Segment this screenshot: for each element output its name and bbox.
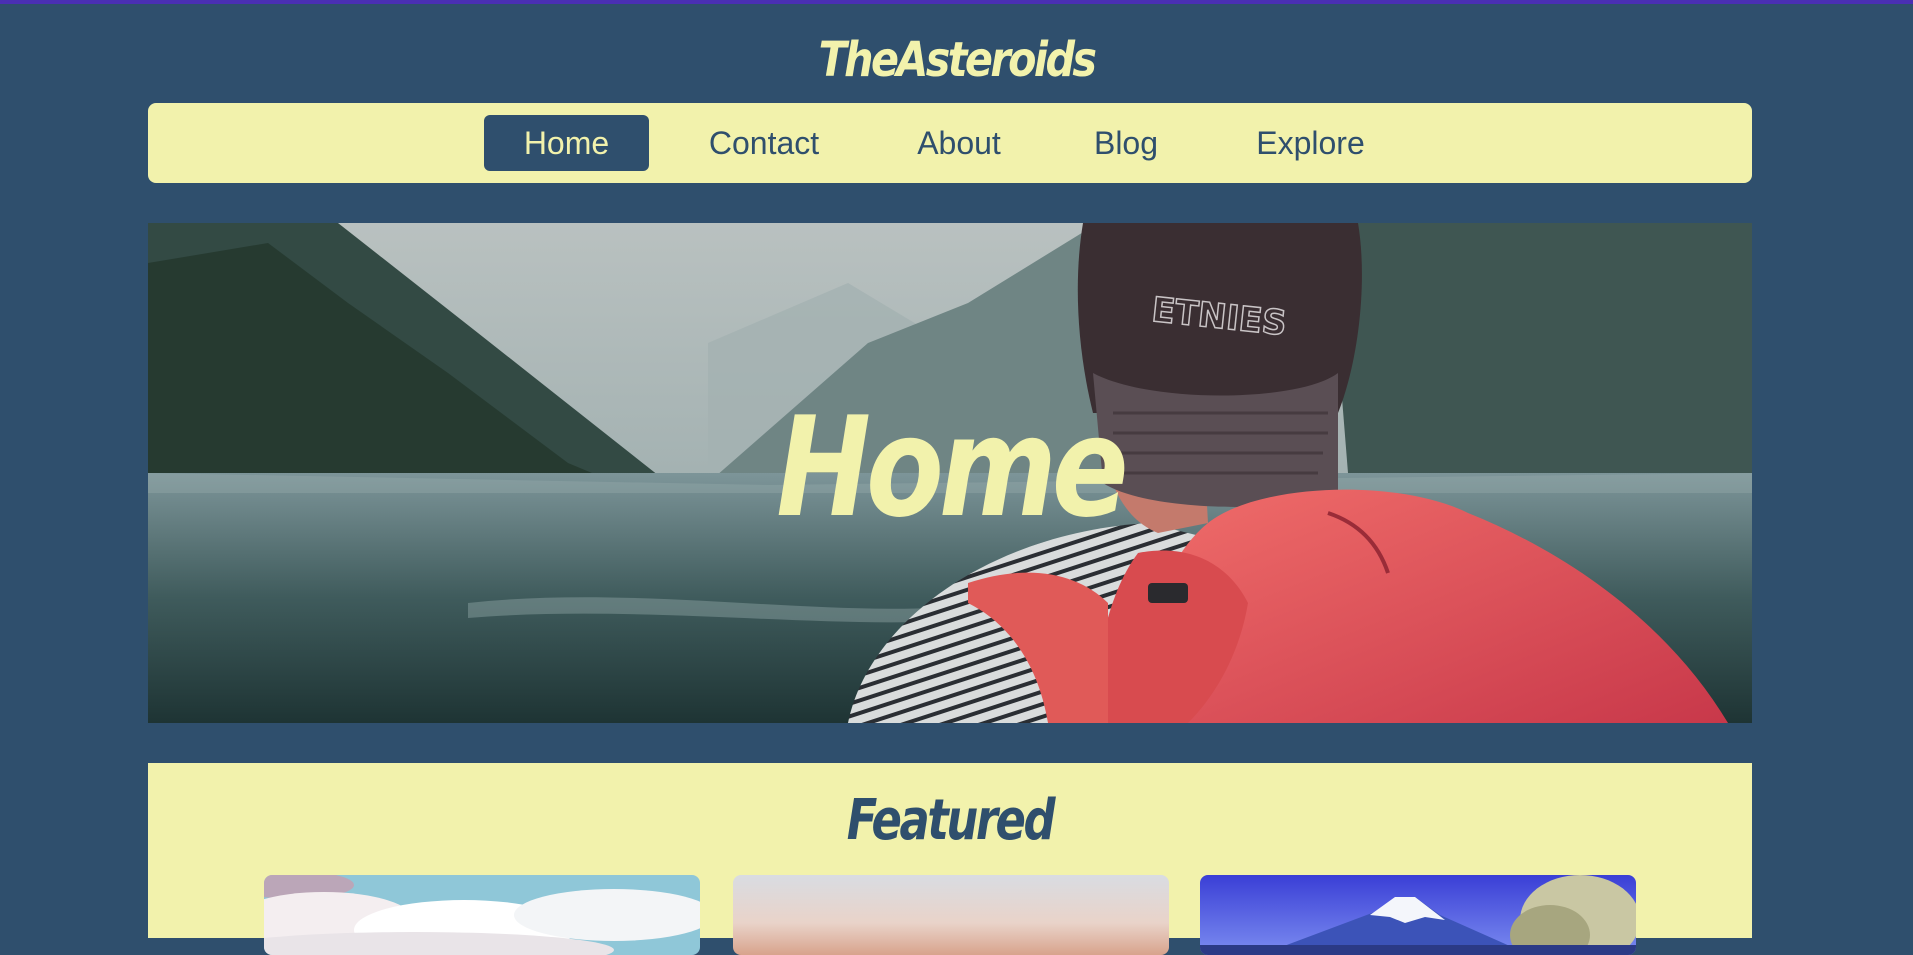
nav-item-about[interactable]: About <box>884 115 1034 171</box>
hero-banner: ETNIES Home <box>148 223 1752 723</box>
nav-item-home[interactable]: Home <box>484 115 649 171</box>
clouds-sky-photo <box>264 875 700 955</box>
sunset-haze-photo <box>733 875 1169 955</box>
featured-card-clouds[interactable] <box>264 875 700 955</box>
featured-card-sunset[interactable] <box>733 875 1169 955</box>
nav-item-explore[interactable]: Explore <box>1228 115 1393 171</box>
hero-title: Home <box>776 387 1128 548</box>
featured-card-mount-fuji[interactable] <box>1200 875 1636 955</box>
site-title[interactable]: TheAsteroids <box>134 30 1779 90</box>
mount-fuji-photo <box>1200 875 1636 955</box>
main-navigation: Home Contact About Blog Explore <box>148 103 1752 183</box>
featured-section: Featured <box>148 763 1752 955</box>
featured-title: Featured <box>846 788 1056 853</box>
nav-item-contact[interactable]: Contact <box>684 115 844 171</box>
nav-item-blog[interactable]: Blog <box>1061 115 1191 171</box>
